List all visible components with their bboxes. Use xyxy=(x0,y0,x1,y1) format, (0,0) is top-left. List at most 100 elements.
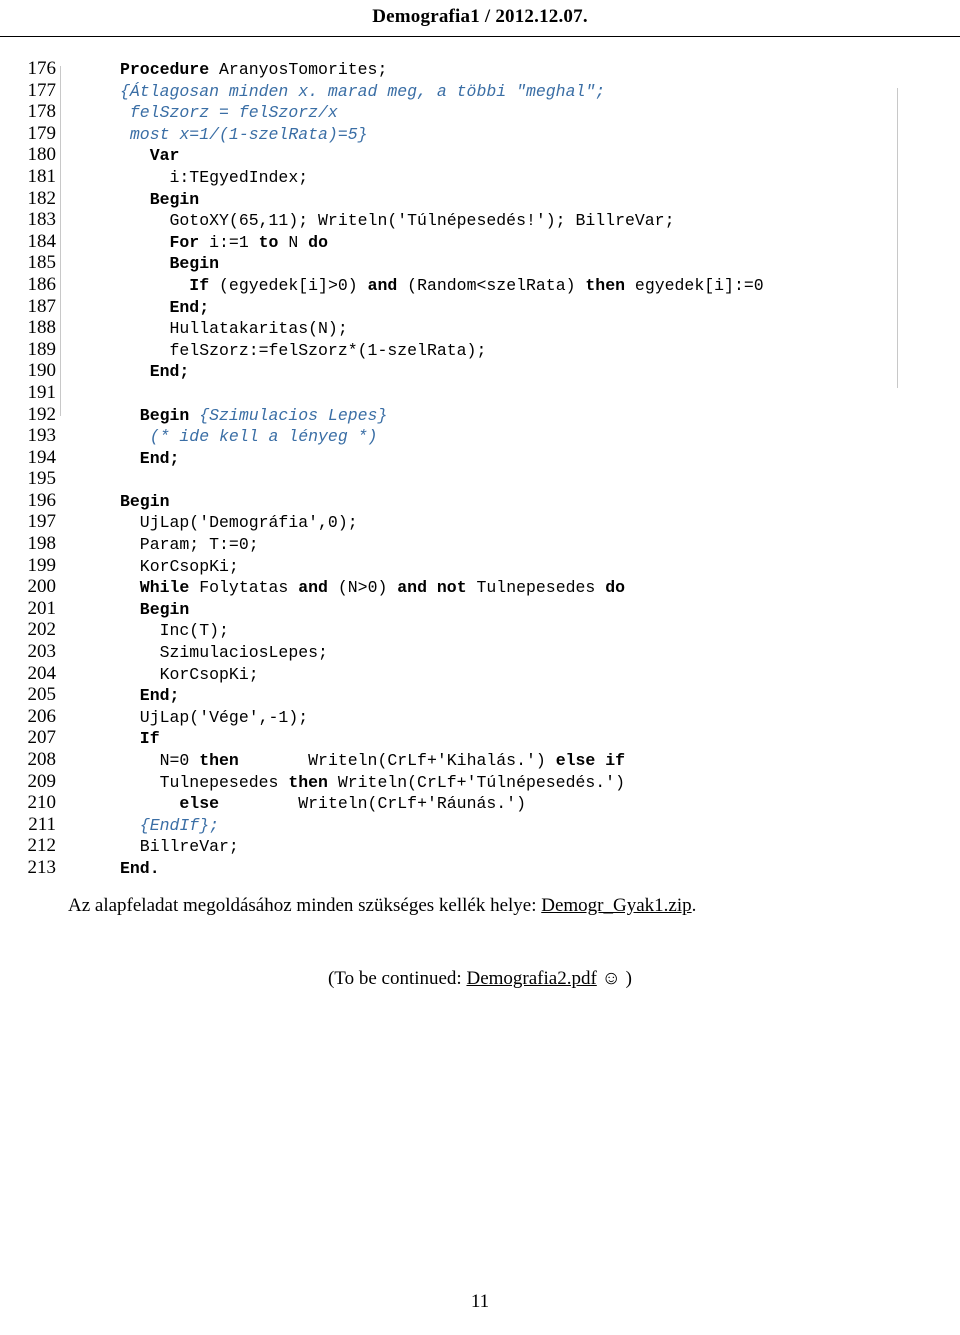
line-number: 199 xyxy=(27,554,57,576)
continued-note: (To be continued: Demografia2.pdf ☺ ) xyxy=(0,968,960,990)
code-line: 180 Var xyxy=(0,144,960,166)
code-line: 182 Begin xyxy=(0,188,960,210)
code-text: Inc(T); xyxy=(120,621,229,641)
resource-note: Az alapfeladat megoldásához minden szüks… xyxy=(0,895,960,917)
code-text: End. xyxy=(120,858,160,878)
code-line: 190 End; xyxy=(0,360,960,382)
code-line: 184 For i:=1 to N do xyxy=(0,231,960,253)
code-line: 200 While Folytatas and (N>0) and not Tu… xyxy=(0,576,960,598)
code-text: Tulnepesedes then Writeln(CrLf+'Túlnépes… xyxy=(120,772,625,792)
line-number: 177 xyxy=(27,79,57,101)
code-line: 187 End; xyxy=(0,296,960,318)
line-number: 183 xyxy=(27,209,57,231)
line-number: 200 xyxy=(27,576,57,598)
code-text: (* ide kell a lényeg *) xyxy=(120,427,378,447)
code-line: 206 UjLap('Vége',-1); xyxy=(0,706,960,728)
code-line: 199 KorCsopKi; xyxy=(0,555,960,577)
line-number: 176 xyxy=(27,58,57,79)
code-line: 188 Hullatakaritas(N); xyxy=(0,317,960,339)
continued-note-text: (To be continued: xyxy=(327,968,467,989)
code-text: {Átlagosan minden x. marad meg, a többi … xyxy=(120,81,606,101)
line-number: 207 xyxy=(27,727,57,749)
code-line: 183 GotoXY(65,11); Writeln('Túlnépesedés… xyxy=(0,209,960,231)
line-number: 198 xyxy=(27,533,57,555)
code-text: i:TEgyedIndex; xyxy=(120,167,309,187)
resource-note-text: Az alapfeladat megoldásához minden szüks… xyxy=(68,895,542,916)
line-number: 192 xyxy=(27,403,57,425)
line-number: 179 xyxy=(27,122,57,144)
line-number: 180 xyxy=(27,144,57,166)
code-line: 203 SzimulaciosLepes; xyxy=(0,641,960,663)
code-text: End; xyxy=(120,686,180,706)
code-text: End; xyxy=(120,448,180,468)
code-line: 208 N=0 then Writeln(CrLf+'Kihalás.') el… xyxy=(0,749,960,771)
code-line: 201 Begin xyxy=(0,598,960,620)
code-text: UjLap('Demográfia',0); xyxy=(120,513,358,533)
code-text: If xyxy=(120,729,160,749)
line-number: 178 xyxy=(27,101,57,123)
code-text: KorCsopKi; xyxy=(120,556,239,576)
line-number: 213 xyxy=(27,856,57,878)
code-text: most x=1/(1-szelRata)=5} xyxy=(120,124,368,144)
line-number: 203 xyxy=(27,641,57,663)
code-line: 197 UjLap('Demográfia',0); xyxy=(0,511,960,533)
code-text: Procedure AranyosTomorites; xyxy=(120,60,388,79)
code-line: 210 else Writeln(CrLf+'Ráunás.') xyxy=(0,792,960,814)
line-number: 188 xyxy=(27,317,57,339)
code-text: BillreVar; xyxy=(120,837,239,857)
code-line: 202 Inc(T); xyxy=(0,619,960,641)
document-page: Demografia1 / 2012.12.07. 176 Procedure A… xyxy=(0,0,960,1335)
code-text: felSzorz:=felSzorz*(1-szelRata); xyxy=(120,340,487,360)
line-number: 204 xyxy=(27,662,57,684)
line-number: 195 xyxy=(27,468,57,490)
code-line: 177 {Átlagosan minden x. marad meg, a töb… xyxy=(0,80,960,102)
code-line: 196 Begin xyxy=(0,490,960,512)
code-line: 192 Begin {Szimulacios Lepes} xyxy=(0,404,960,426)
code-text: While Folytatas and (N>0) and not Tulnep… xyxy=(120,578,626,598)
code-line: 186 If (egyedek[i]>0) and (Random<szelRa… xyxy=(0,274,960,296)
code-text: For i:=1 to N do xyxy=(120,232,328,252)
code-line: 191 xyxy=(0,382,960,404)
code-line: 207 If xyxy=(0,727,960,749)
code-text: SzimulaciosLepes; xyxy=(120,643,328,663)
code-line: 194 End; xyxy=(0,447,960,469)
code-text: UjLap('Vége',-1); xyxy=(120,707,309,727)
code-line: 179 most x=1/(1-szelRata)=5} xyxy=(0,123,960,145)
code-text: Var xyxy=(120,146,180,166)
code-line: 185 Begin xyxy=(0,252,960,274)
code-text: Hullatakaritas(N); xyxy=(120,319,348,339)
line-number: 186 xyxy=(27,273,57,295)
line-number: 202 xyxy=(27,619,57,641)
code-text: Begin xyxy=(120,491,170,511)
code-line: 189 felSzorz:=felSzorz*(1-szelRata); xyxy=(0,339,960,361)
resource-link[interactable]: Demogr_Gyak1.zip xyxy=(541,895,691,916)
code-line: 205 End; xyxy=(0,684,960,706)
code-text: End; xyxy=(120,297,210,317)
code-line: 193 (* ide kell a lényeg *) xyxy=(0,425,960,447)
page-header-title: Demografia1 / 2012.12.07. xyxy=(372,6,588,27)
line-number: 206 xyxy=(27,705,57,727)
line-number: 208 xyxy=(27,749,57,770)
line-number: 205 xyxy=(27,684,57,706)
continued-link[interactable]: Demografia2.pdf xyxy=(466,968,596,989)
code-line: 213 End. xyxy=(0,857,960,879)
line-number: 182 xyxy=(27,187,57,209)
code-text: GotoXY(65,11); Writeln('Túlnépesedés!');… xyxy=(120,211,675,231)
line-number: 184 xyxy=(27,230,57,252)
code-line: 198 Param; T:=0; xyxy=(0,533,960,555)
header-divider xyxy=(0,36,960,37)
code-line: 204 KorCsopKi; xyxy=(0,663,960,685)
line-number: 209 xyxy=(27,770,57,792)
resource-note-suffix: . xyxy=(691,895,697,916)
page-number: 11 xyxy=(470,1291,490,1312)
code-line: 212 BillreVar; xyxy=(0,835,960,857)
code-text: Begin xyxy=(120,189,200,209)
code-text: Begin {Szimulacios Lepes} xyxy=(120,405,388,425)
line-number: 196 xyxy=(27,489,57,511)
code-text: KorCsopKi; xyxy=(120,664,259,684)
line-number: 185 xyxy=(27,252,57,274)
line-number: 181 xyxy=(27,165,57,187)
line-number: 210 xyxy=(27,792,57,814)
code-text: End; xyxy=(120,362,190,382)
code-line: 181 i:TEgyedIndex; xyxy=(0,166,960,188)
